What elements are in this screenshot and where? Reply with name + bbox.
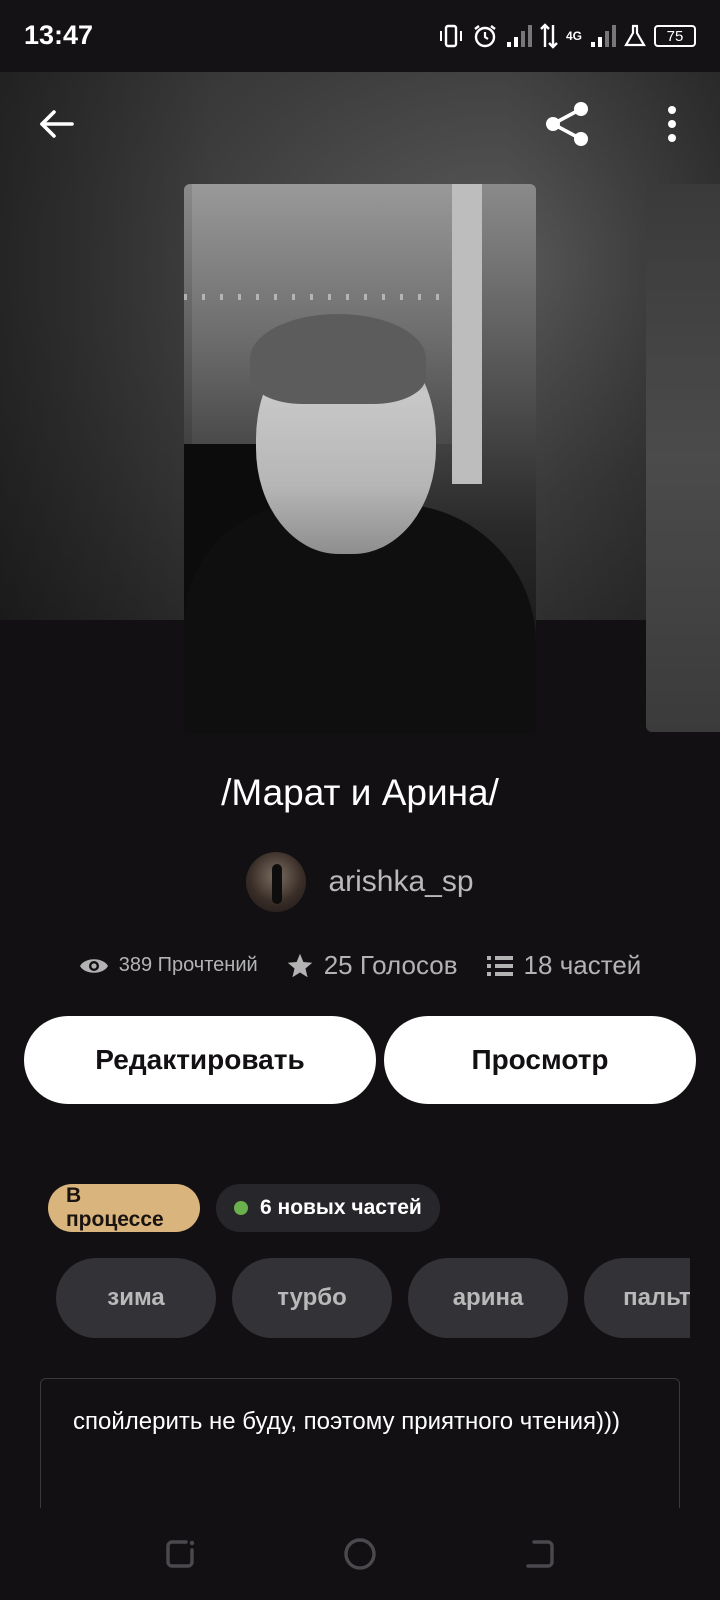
system-nav-bar (0, 1508, 720, 1600)
star-icon (287, 953, 312, 977)
reads-count: 389 Прочтений (118, 954, 258, 976)
votes-count: 25 Голосов (323, 950, 458, 980)
share-icon (546, 102, 588, 146)
flask-icon (624, 24, 646, 47)
edit-button[interactable]: Редактировать (24, 1016, 376, 1104)
cover-photo-city-lights (184, 294, 454, 300)
more-options-button[interactable] (646, 98, 698, 150)
eye-icon (79, 958, 108, 973)
tag-chip[interactable]: арина (408, 1258, 568, 1338)
author-row[interactable]: arishka_sp (0, 852, 720, 912)
home-icon[interactable] (340, 1534, 380, 1574)
new-parts-badge[interactable]: 6 новых частей (216, 1184, 440, 1232)
stat-reads: 389 Прочтений (79, 954, 258, 977)
back-button[interactable] (30, 98, 82, 150)
battery-indicator: 75 (654, 25, 696, 47)
stat-parts: 18 частей (486, 950, 642, 981)
status-bar: 13:47 4G 75 (0, 0, 720, 72)
signal-2-icon (591, 25, 616, 47)
tag-chip[interactable]: пальто (584, 1258, 690, 1338)
parts-count: 18 частей (523, 950, 642, 980)
story-title: /Марат и Арина/ (221, 772, 499, 813)
tag-chip[interactable]: турбо (232, 1258, 392, 1338)
story-stats: 389 Прочтений 25 Голосов 18 частей (0, 950, 720, 981)
back-nav-icon[interactable] (520, 1534, 560, 1574)
vibrate-icon (439, 24, 462, 48)
cover-photo-person-hair (250, 314, 426, 404)
tag-list: зима турбо арина пальто (56, 1258, 690, 1338)
story-description: спойлерить не буду, поэтому приятного чт… (40, 1378, 680, 1508)
alarm-icon (474, 25, 496, 48)
tag-chip[interactable]: зима (56, 1258, 216, 1338)
more-vertical-icon (668, 106, 676, 142)
list-icon (486, 955, 513, 976)
status-time: 13:47 (24, 20, 94, 50)
battery-level: 75 (666, 27, 684, 45)
cover-photo-frame (452, 184, 482, 484)
stat-votes: 25 Голосов (286, 950, 458, 981)
next-cover-preview[interactable] (646, 184, 720, 732)
preview-button[interactable]: Просмотр (384, 1016, 696, 1104)
new-parts-dot (234, 1201, 248, 1215)
arrow-left-icon (40, 110, 74, 138)
signal-icon (506, 25, 532, 47)
new-parts-label: 6 новых частей (260, 1196, 422, 1219)
share-button[interactable] (542, 98, 594, 150)
recent-apps-icon[interactable] (160, 1534, 200, 1574)
status-badge: В процессе (48, 1184, 200, 1232)
story-cover[interactable] (184, 184, 536, 734)
avatar[interactable] (246, 852, 307, 912)
network-type: 4G (565, 29, 582, 43)
status-icons: 4G 75 (438, 22, 696, 50)
data-transfer-icon (540, 23, 558, 49)
author-name[interactable]: arishka_sp (328, 865, 473, 899)
